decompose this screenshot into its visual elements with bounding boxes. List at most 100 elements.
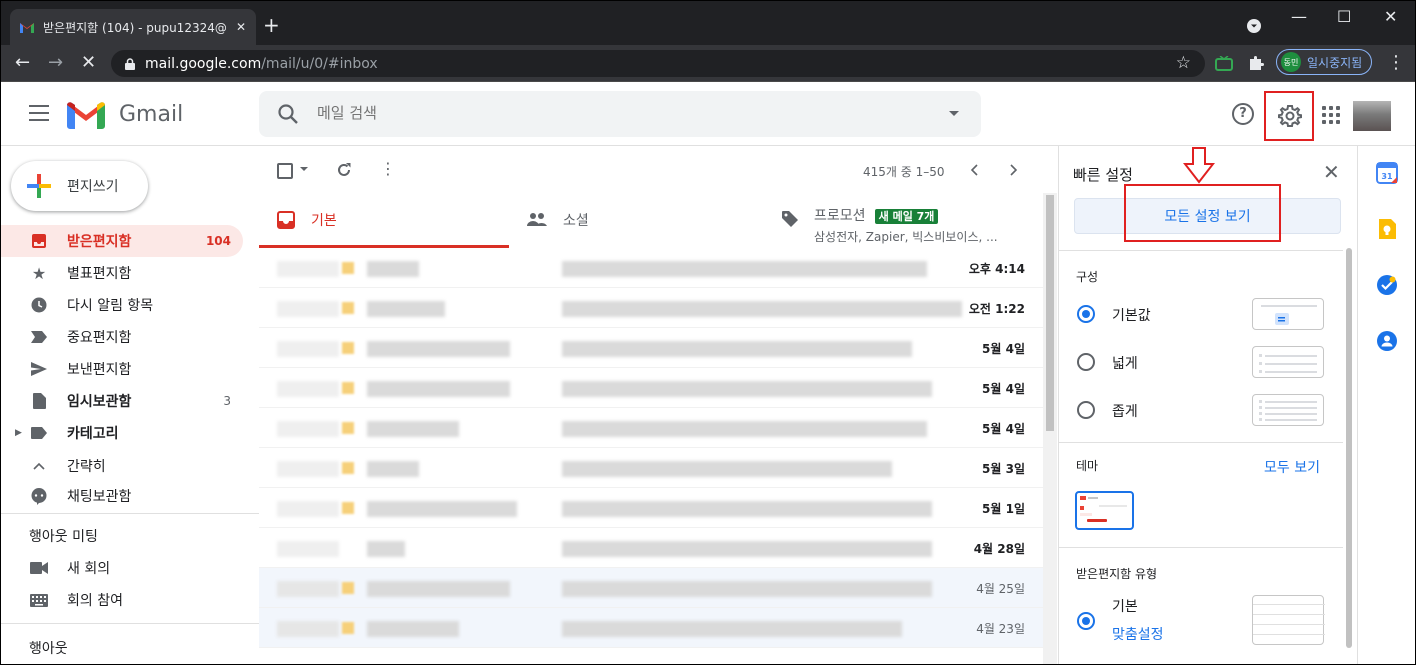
- new-meeting-item[interactable]: 새 회의: [1, 552, 243, 584]
- profile-dropdown-icon[interactable]: [1247, 19, 1261, 33]
- tab-promotions[interactable]: 프로모션 새 메일 7개 삼성전자, Zapier, 빅스비보이스, ...: [782, 194, 1052, 248]
- contacts-icon[interactable]: [1376, 330, 1398, 352]
- scrollbar-thumb[interactable]: [1046, 195, 1054, 431]
- compose-button[interactable]: 편지쓰기: [11, 161, 148, 211]
- sidebar-item-starred[interactable]: ★ 별표편지함: [1, 257, 243, 289]
- more-options-icon[interactable]: ⋮: [380, 159, 396, 178]
- mail-row[interactable]: 4월 25일: [259, 568, 1045, 608]
- select-dropdown-icon[interactable]: [300, 167, 308, 171]
- density-default-preview[interactable]: [1252, 298, 1324, 330]
- gear-icon[interactable]: [1278, 104, 1302, 128]
- star-icon[interactable]: [342, 582, 354, 594]
- star-icon[interactable]: [342, 462, 354, 474]
- star-icon[interactable]: [342, 302, 354, 314]
- sidebar-item-label: 채팅보관함: [67, 489, 132, 505]
- star-icon[interactable]: [342, 382, 354, 394]
- inbox-type-preview[interactable]: [1252, 595, 1325, 645]
- tv-extension-icon[interactable]: [1215, 56, 1233, 71]
- join-meeting-item[interactable]: 회의 참여: [1, 584, 243, 616]
- back-button[interactable]: ←: [15, 53, 30, 73]
- older-page-icon[interactable]: [970, 164, 978, 176]
- new-tab-button[interactable]: +: [263, 15, 280, 35]
- redacted-subject: [562, 501, 932, 517]
- mail-row[interactable]: 오전 1:22: [259, 288, 1045, 328]
- profile-button[interactable]: 동민 일시중지됨: [1276, 49, 1372, 75]
- sidebar-item-less[interactable]: 간략히: [1, 450, 243, 482]
- expand-arrow-icon[interactable]: ▶: [15, 428, 22, 438]
- star-icon[interactable]: [342, 422, 354, 434]
- star-icon[interactable]: [342, 502, 354, 514]
- mail-row[interactable]: 4월 23일: [259, 608, 1045, 648]
- compose-label: 편지쓰기: [67, 179, 119, 195]
- theme-preview-icon: [1080, 496, 1127, 522]
- tasks-icon[interactable]: [1376, 274, 1398, 296]
- extensions-puzzle-icon[interactable]: [1248, 55, 1264, 71]
- star-icon[interactable]: [342, 262, 354, 274]
- sidebar-item-important[interactable]: 중요편지함: [1, 321, 243, 353]
- close-window-button[interactable]: ✕: [1384, 7, 1397, 26]
- newer-page-icon[interactable]: [1010, 164, 1018, 176]
- redacted-checkbox: [277, 341, 339, 357]
- mail-row[interactable]: 오후 4:14: [259, 248, 1045, 288]
- mail-row[interactable]: 5월 4일: [259, 328, 1045, 368]
- density-comfortable-radio[interactable]: [1077, 353, 1095, 371]
- density-comfortable-preview[interactable]: [1252, 346, 1324, 378]
- bookmark-star-icon[interactable]: ☆: [1176, 53, 1191, 73]
- current-theme-thumbnail[interactable]: [1075, 491, 1134, 530]
- tag-icon: [782, 211, 798, 227]
- maximize-button[interactable]: ☐: [1337, 7, 1351, 26]
- star-icon[interactable]: [342, 342, 354, 354]
- sidebar-item-drafts[interactable]: 임시보관함 3: [1, 385, 243, 417]
- select-all-checkbox[interactable]: [277, 163, 293, 179]
- search-icon[interactable]: [277, 103, 299, 125]
- minimize-button[interactable]: —: [1291, 7, 1307, 26]
- density-compact-preview[interactable]: [1252, 394, 1324, 426]
- keep-icon[interactable]: [1376, 218, 1398, 240]
- svg-text:31: 31: [1381, 172, 1393, 181]
- search-input[interactable]: [317, 104, 917, 122]
- sidebar-item-chats[interactable]: 채팅보관함: [1, 480, 243, 512]
- sidebar-item-inbox[interactable]: 받은편지함 104: [1, 225, 243, 257]
- mail-row[interactable]: 5월 4일: [259, 368, 1045, 408]
- redacted-sender: [367, 621, 459, 637]
- density-default-radio[interactable]: [1077, 305, 1095, 323]
- search-bar[interactable]: [259, 91, 981, 137]
- stop-loading-button[interactable]: ✕: [81, 53, 96, 73]
- sidebar-item-label: 받은편지함: [67, 234, 132, 250]
- tab-primary[interactable]: 기본: [259, 194, 509, 248]
- density-compact-radio[interactable]: [1077, 401, 1095, 419]
- close-icon[interactable]: ✕: [1323, 160, 1340, 184]
- mail-row[interactable]: 5월 4일: [259, 408, 1045, 448]
- tab-label: 프로모션: [814, 208, 866, 224]
- sidebar-item-label: 다시 알림 항목: [67, 298, 154, 314]
- refresh-icon[interactable]: [336, 162, 352, 178]
- main-menu-icon[interactable]: [29, 105, 49, 121]
- browser-menu-icon[interactable]: ⋮: [1387, 52, 1405, 73]
- sidebar-item-label: 새 회의: [67, 561, 111, 577]
- forward-button[interactable]: →: [48, 53, 63, 73]
- calendar-icon[interactable]: 31: [1376, 162, 1398, 184]
- account-avatar[interactable]: [1353, 101, 1391, 131]
- mail-list-scrollbar[interactable]: [1043, 193, 1057, 664]
- search-options-icon[interactable]: [949, 111, 959, 116]
- tab-social[interactable]: 소셜: [527, 194, 777, 248]
- draft-icon: [29, 391, 49, 411]
- label-important-icon: [29, 327, 49, 347]
- customize-link[interactable]: 맞춤설정: [1112, 624, 1164, 644]
- browser-tab[interactable]: 받은편지함 (104) - pupu12324@ ✕: [10, 9, 256, 45]
- quick-settings-scrollbar[interactable]: [1343, 246, 1355, 664]
- sidebar-item-categories[interactable]: ▶ 카테고리: [1, 417, 243, 449]
- help-icon[interactable]: ?: [1232, 103, 1254, 125]
- mail-row[interactable]: 5월 3일: [259, 448, 1045, 488]
- sidebar-item-sent[interactable]: 보낸편지함: [1, 353, 243, 385]
- address-bar[interactable]: mail.google.com/mail/u/0/#inbox ☆: [111, 50, 1205, 77]
- redacted-checkbox: [277, 461, 339, 477]
- tab-close-icon[interactable]: ✕: [236, 20, 246, 34]
- inbox-type-default-radio[interactable]: [1077, 612, 1095, 630]
- mail-row[interactable]: 5월 1일: [259, 488, 1045, 528]
- google-apps-icon[interactable]: [1322, 106, 1340, 124]
- mail-row[interactable]: 4월 28일: [259, 528, 1045, 568]
- see-all-themes-link[interactable]: 모두 보기: [1264, 457, 1320, 477]
- sidebar-item-snoozed[interactable]: 다시 알림 항목: [1, 289, 243, 321]
- star-icon[interactable]: [342, 622, 354, 634]
